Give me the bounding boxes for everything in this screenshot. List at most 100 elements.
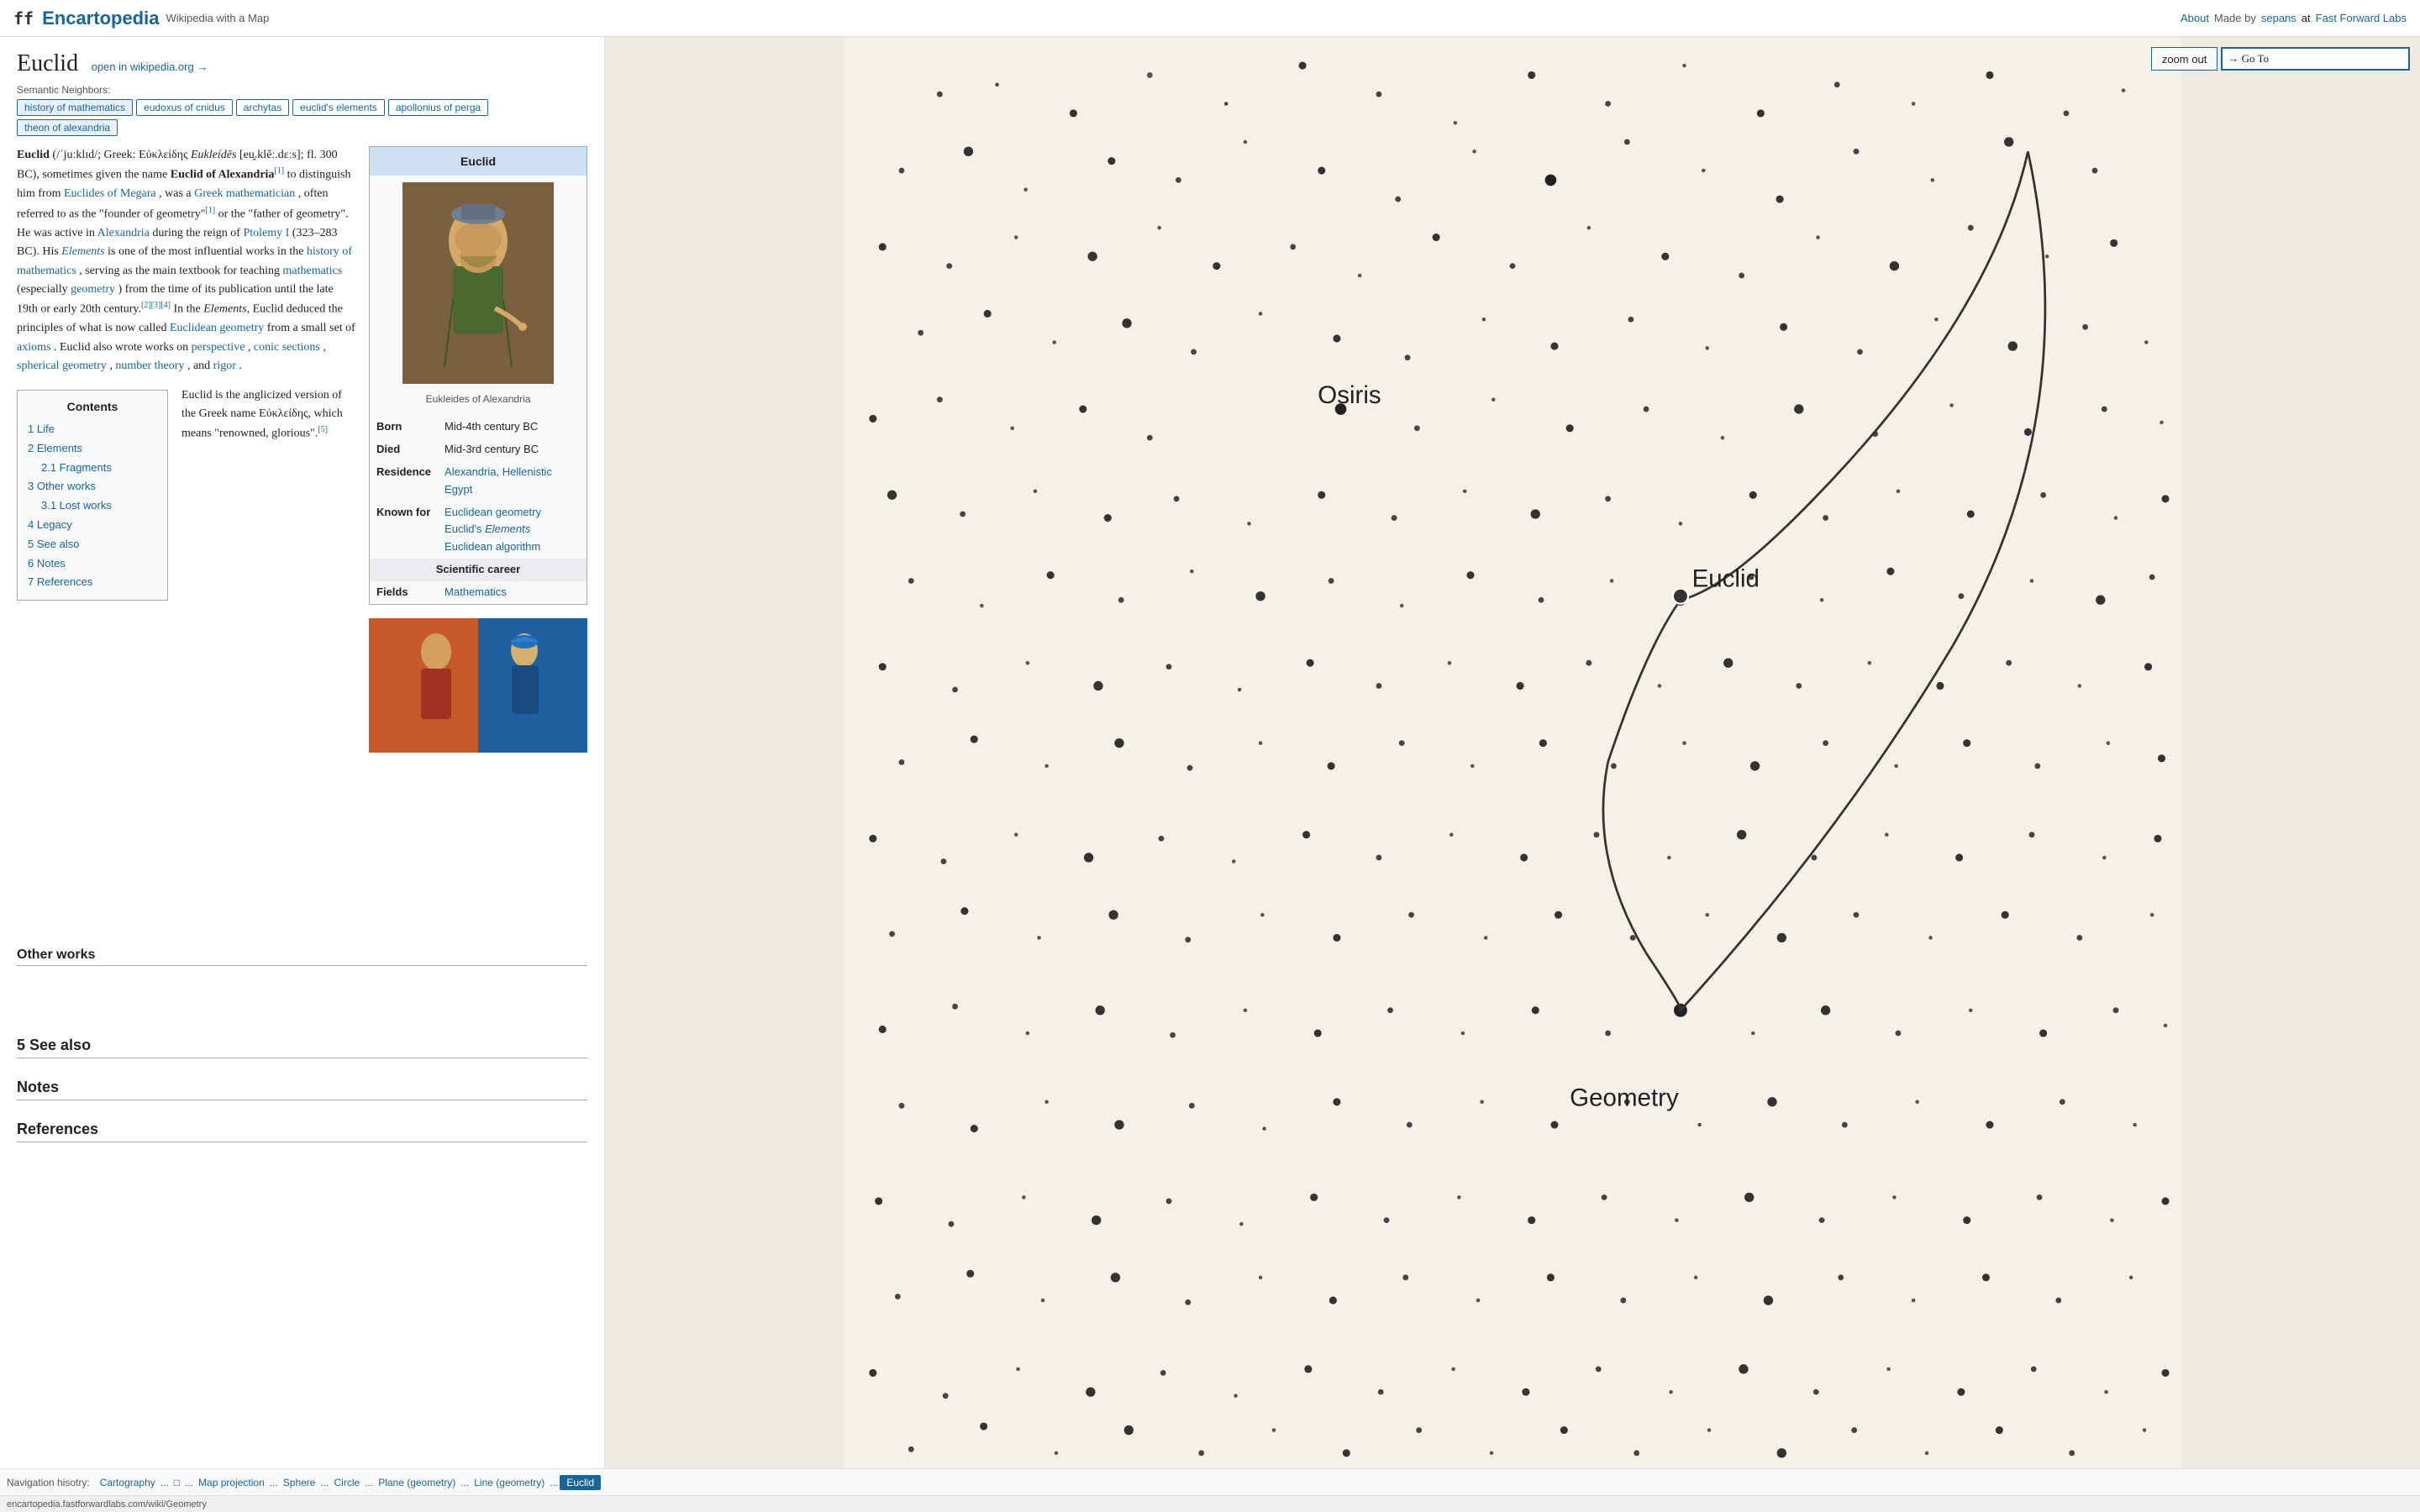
contents-link-2-1[interactable]: 2.1 Fragments xyxy=(41,461,112,474)
logo-icon: ff xyxy=(13,8,34,29)
map-controls: zoom out → Go To xyxy=(2151,47,2410,71)
madeby-text: Made by xyxy=(2214,12,2256,24)
refs234: [2][3][4] xyxy=(141,301,171,310)
link-rigor[interactable]: rigor xyxy=(213,360,236,372)
zoom-out-button[interactable]: zoom out xyxy=(2151,47,2217,71)
link-spherical-geometry[interactable]: spherical geometry xyxy=(17,360,107,372)
wiki-image2-inner xyxy=(369,618,587,753)
goto-input-container: → Go To xyxy=(2221,47,2410,71)
wiki-panel: Euclid open in wikipedia.org → Semantic … xyxy=(0,37,605,1468)
status-url: encartopedia.fastforwardlabs.com/wiki/Ge… xyxy=(7,1499,207,1509)
contents-item-3-1: 3.1 Lost works xyxy=(41,497,157,515)
semantic-tag-archytas[interactable]: archytas xyxy=(236,99,289,116)
bottom-nav: Navigation hisotry: Cartography ... □ ..… xyxy=(0,1468,2420,1495)
map-label-geometry: Geometry xyxy=(1570,1084,1679,1111)
link-conic-sections[interactable]: conic sections xyxy=(254,341,320,354)
link-number-theory[interactable]: number theory xyxy=(115,360,184,372)
at-text: at xyxy=(2302,12,2311,24)
article-text: Euclid xyxy=(17,146,587,1142)
notes-heading: Notes xyxy=(17,1075,587,1100)
infobox-residence-value: Alexandria, Hellenistic Egypt xyxy=(438,461,587,501)
semantic-tag-history-of-mathematics[interactable]: history of mathematics xyxy=(17,99,133,116)
link-ptolemy[interactable]: Ptolemy I xyxy=(243,227,289,239)
contents-link-7[interactable]: 7 References xyxy=(28,575,92,588)
ref1: [1] xyxy=(274,166,284,176)
other-works-section: Other works xyxy=(17,944,587,967)
semantic-tag-euclid's-elements[interactable]: euclid's elements xyxy=(292,99,385,116)
infobox-knownfor-label: Known for xyxy=(370,501,438,559)
contents-link-3-1[interactable]: 3.1 Lost works xyxy=(41,499,112,512)
link-perspective[interactable]: perspective xyxy=(192,341,245,354)
header-right: About Made by sepans at Fast Forward Lab… xyxy=(2181,12,2407,24)
infobox-scicareeer-row: Scientific career xyxy=(370,559,587,581)
about-link[interactable]: About xyxy=(2181,12,2209,24)
see-also-section: 5 See also xyxy=(17,1033,587,1058)
sepans-link[interactable]: sepans xyxy=(2261,12,2296,24)
nav-separator: ... xyxy=(183,1477,195,1488)
link-mathematics[interactable]: mathematics xyxy=(282,265,342,277)
nav-separator: ... xyxy=(268,1477,280,1488)
nav-item-plane-(geometry)[interactable]: Plane (geometry) xyxy=(375,1477,459,1488)
header: ff Encartopedia Wikipedia with a Map Abo… xyxy=(0,0,2420,37)
nav-separator: ... xyxy=(459,1477,471,1488)
article-text10: (especially xyxy=(17,283,71,296)
map-label-euclid: Euclid xyxy=(1692,564,1760,592)
article-text6: during the reign of xyxy=(152,227,243,239)
contents-link-5[interactable]: 5 See also xyxy=(28,538,79,550)
contents-list: 1 Life 2 Elements 2.1 Fragments 3 Other wor… xyxy=(28,421,157,591)
nav-item-circle[interactable]: Circle xyxy=(331,1477,364,1488)
link-greek-mathematician[interactable]: Greek mathematician xyxy=(194,187,295,200)
infobox-scicareer-header: Scientific career xyxy=(370,559,587,581)
link-alexandria[interactable]: Alexandria xyxy=(97,227,150,239)
link-axioms[interactable]: axioms xyxy=(17,341,50,354)
contents-link-2[interactable]: 2 Elements xyxy=(28,442,82,454)
nav-separator: ... xyxy=(548,1477,560,1488)
nav-item-map-projection[interactable]: Map projection xyxy=(195,1477,268,1488)
link-geometry[interactable]: geometry xyxy=(71,283,115,296)
nav-current-item[interactable]: Euclid xyxy=(560,1475,601,1490)
infobox-born-label: Born xyxy=(370,416,438,438)
contents-item-7: 7 References xyxy=(28,574,157,591)
map-panel: zoom out → Go To xyxy=(605,37,2420,1468)
nav-separator: ... xyxy=(318,1477,330,1488)
link-euclidean-geometry[interactable]: Euclidean geometry xyxy=(170,322,264,334)
contents-link-4[interactable]: 4 Legacy xyxy=(28,518,72,531)
main: Euclid open in wikipedia.org → Semantic … xyxy=(0,37,2420,1468)
infobox-caption: Eukleides of Alexandria xyxy=(376,390,580,409)
goto-input[interactable] xyxy=(2274,50,2408,69)
link-euclides-megara[interactable]: Euclides of Megara xyxy=(64,187,156,200)
contents-link-6[interactable]: 6 Notes xyxy=(28,557,66,570)
semantic-neighbors-label: Semantic Neighbors: xyxy=(17,84,587,96)
nav-item-cartography[interactable]: Cartography xyxy=(97,1477,159,1488)
article-text14: . Euclid also wrote works on xyxy=(54,341,192,354)
page-title-area: Euclid open in wikipedia.org → xyxy=(17,50,587,77)
other-works-heading: Other works xyxy=(17,944,587,967)
article-text19: . xyxy=(239,360,242,372)
nav-separator: ... xyxy=(363,1477,375,1488)
semantic-tag-theon-of-alexandria[interactable]: theon of alexandria xyxy=(17,119,118,136)
infobox-fields-label: Fields xyxy=(370,581,438,604)
status-bar: encartopedia.fastforwardlabs.com/wiki/Ge… xyxy=(0,1495,2420,1512)
nav-item-line-(geometry)[interactable]: Line (geometry) xyxy=(471,1477,548,1488)
infobox: Euclid xyxy=(369,146,587,605)
nav-item-□[interactable]: □ xyxy=(171,1477,183,1488)
contents-link-1[interactable]: 1 Life xyxy=(28,423,55,435)
logo-text[interactable]: Encartopedia xyxy=(42,8,159,29)
article-euclid-bold: Euclid xyxy=(17,149,50,161)
nav-item-sphere[interactable]: Sphere xyxy=(280,1477,319,1488)
semantic-tag-eudoxus-of-cnidus[interactable]: eudoxus of cnidus xyxy=(136,99,233,116)
infobox-residence-label: Residence xyxy=(370,461,438,501)
link-elements[interactable]: Elements xyxy=(61,245,104,258)
fastforward-link[interactable]: Fast Forward Labs xyxy=(2316,12,2407,24)
contents-item-5: 5 See also xyxy=(28,536,157,554)
map-svg[interactable]: Osiris Euclid Geometry xyxy=(605,37,2420,1468)
open-in-wiki-link[interactable]: open in wikipedia.org → xyxy=(92,60,208,73)
infobox-residence-row: Residence Alexandria, Hellenistic Egypt xyxy=(370,461,587,501)
contents-item-6: 6 Notes xyxy=(28,555,157,573)
infobox-died-value: Mid-3rd century BC xyxy=(438,438,587,461)
semantic-tag-apollonius-of-perga[interactable]: apollonius of perga xyxy=(388,99,488,116)
contents-link-3[interactable]: 3 Other works xyxy=(28,480,96,492)
article-text9: , serving as the main textbook for teach… xyxy=(79,265,282,277)
infobox-image: Eukleides of Alexandria xyxy=(370,176,587,416)
infobox-died-row: Died Mid-3rd century BC xyxy=(370,438,587,461)
